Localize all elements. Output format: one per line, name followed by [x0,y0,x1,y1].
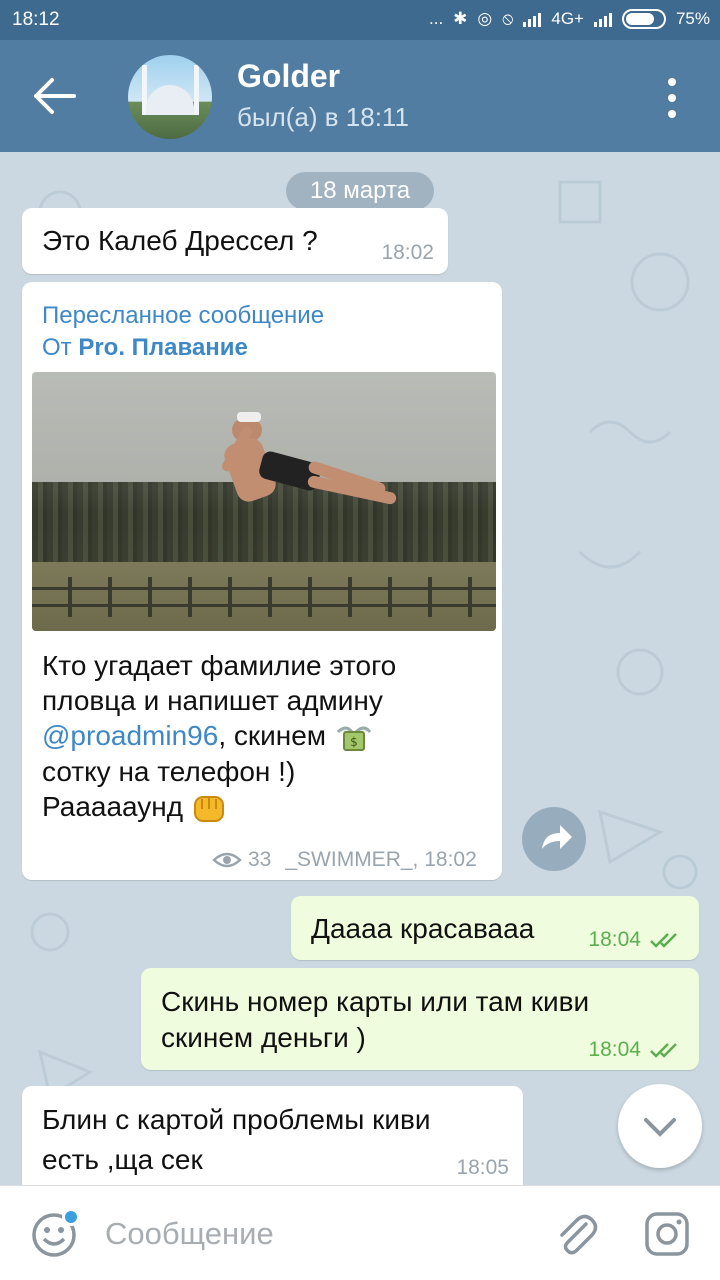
forwarded-label: Пересланное сообщение [42,302,325,329]
post-author-time: _SWIMMER_, 18:02 [285,848,477,871]
post-meta: 33 _SWIMMER_, 18:02 [212,848,477,872]
message-bubble-incoming[interactable]: Это Калеб Дрессел ? 18:02 [22,208,448,274]
chevron-down-icon [644,1118,676,1137]
date-separator: 18 марта [286,172,434,210]
message-time-status: 18:04 [588,928,683,952]
forwarded-source-name[interactable]: Pro. Плавание [78,334,248,361]
attach-icon[interactable] [552,1210,600,1258]
post-line: пловца и напишет админу [42,685,383,716]
message-text: Скинь номер карты или там киви скинем де… [161,984,589,1056]
vibrate-icon: ◎ [477,9,493,28]
message-bubble-incoming[interactable]: Блин с картой проблемы киви есть ,ща сек… [22,1086,523,1185]
share-arrow-icon [542,825,572,849]
forwarded-from-prefix: От [42,334,79,361]
forwarded-message-bubble[interactable]: Пересланное сообщение От Pro. Плавание К… [22,282,502,880]
avatar[interactable] [128,55,212,139]
forwarded-post-text: Кто угадает фамилие этого пловца и напиш… [42,648,482,825]
message-photo[interactable] [32,372,496,631]
alarm-off-icon: ⦸ [502,9,514,28]
message-time-status: 18:04 [588,1038,683,1062]
message-time: 18:04 [588,928,641,951]
chat-header: Golder был(а) в 18:11 [0,40,720,152]
camera-icon[interactable] [643,1210,691,1258]
battery-icon [621,9,666,29]
message-line: есть ,ща сек [42,1144,203,1175]
status-icons: ... ✱ ◎ ⦸ 4G+ 75% [429,9,710,29]
signal-2-icon [593,11,612,27]
message-text: Блин с картой проблемы киви есть ,ща сек [42,1100,431,1180]
money-with-wings-icon: $ [336,726,372,751]
read-checkmarks-icon [650,1043,677,1059]
svg-text:$: $ [350,735,358,749]
bluetooth-icon: ✱ [453,9,468,28]
message-line: Блин с картой проблемы киви [42,1104,431,1135]
emoji-badge [62,1208,80,1226]
post-line: сотку на телефон !) [42,755,296,787]
message-list[interactable]: 18 марта Это Калеб Дрессел ? 18:02 Перес… [0,152,720,1185]
forwarded-header: Пересланное сообщение От Pro. Плавание [42,300,324,364]
fist-icon [193,796,224,823]
message-input[interactable]: Сообщение [105,1216,274,1252]
network-type: 4G+ [551,9,584,28]
status-bar: 18:12 ... ✱ ◎ ⦸ 4G+ 75% [0,0,720,40]
scroll-to-bottom-button[interactable] [618,1084,702,1168]
signal-icon [523,11,542,27]
chat-title[interactable]: Golder [237,58,340,95]
post-line: Кто угадает фамилие этого [42,650,397,681]
views-count: 33 [248,848,272,871]
last-seen: был(а) в 18:11 [237,102,409,132]
message-time: 18:02 [381,241,434,264]
message-bubble-outgoing[interactable]: Даааа красаваaa 18:04 [291,896,699,960]
message-line: Скинь номер карты или там киви [161,986,590,1017]
back-arrow-icon[interactable] [30,74,80,118]
message-input-bar: Сообщение [0,1185,720,1280]
message-time: 18:05 [456,1156,509,1179]
more-menu-icon[interactable] [660,78,684,118]
mention-link[interactable]: @proadmin96 [42,720,218,751]
message-text: Это Калеб Дрессел ? [42,225,318,256]
message-time: 18:04 [588,1038,641,1061]
status-time: 18:12 [12,9,60,30]
share-button[interactable] [522,807,586,871]
battery-level: 75% [675,9,710,28]
notification-dots: ... [429,9,444,28]
message-text: Даааа красаваaa [311,913,535,944]
message-line: скинем деньги ) [161,1022,366,1053]
post-line: Раааааунд [42,790,184,822]
post-line: , скинем [218,720,327,751]
message-bubble-outgoing[interactable]: Скинь номер карты или там киви скинем де… [141,968,699,1070]
read-checkmarks-icon [650,933,677,949]
views-eye-icon [212,852,242,868]
